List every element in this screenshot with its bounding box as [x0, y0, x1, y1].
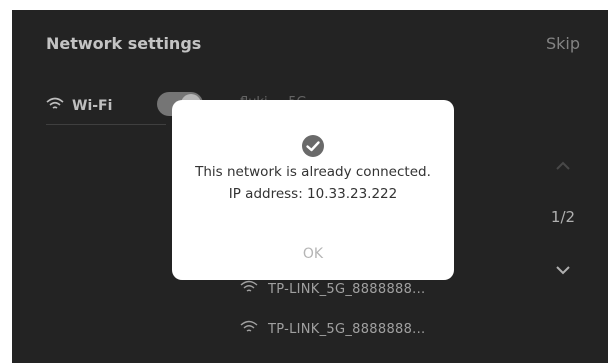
check-circle-icon — [301, 134, 325, 158]
ip-address-text: IP address: 10.33.23.222 — [228, 186, 398, 202]
network-connected-dialog: This network is already connected. IP ad… — [172, 100, 454, 280]
network-settings-screen: Network settings Skip Wi-Fi fluki ... 5G… — [12, 10, 608, 363]
dialog-message: This network is already connected. — [195, 164, 431, 180]
ok-button[interactable]: OK — [172, 246, 454, 262]
